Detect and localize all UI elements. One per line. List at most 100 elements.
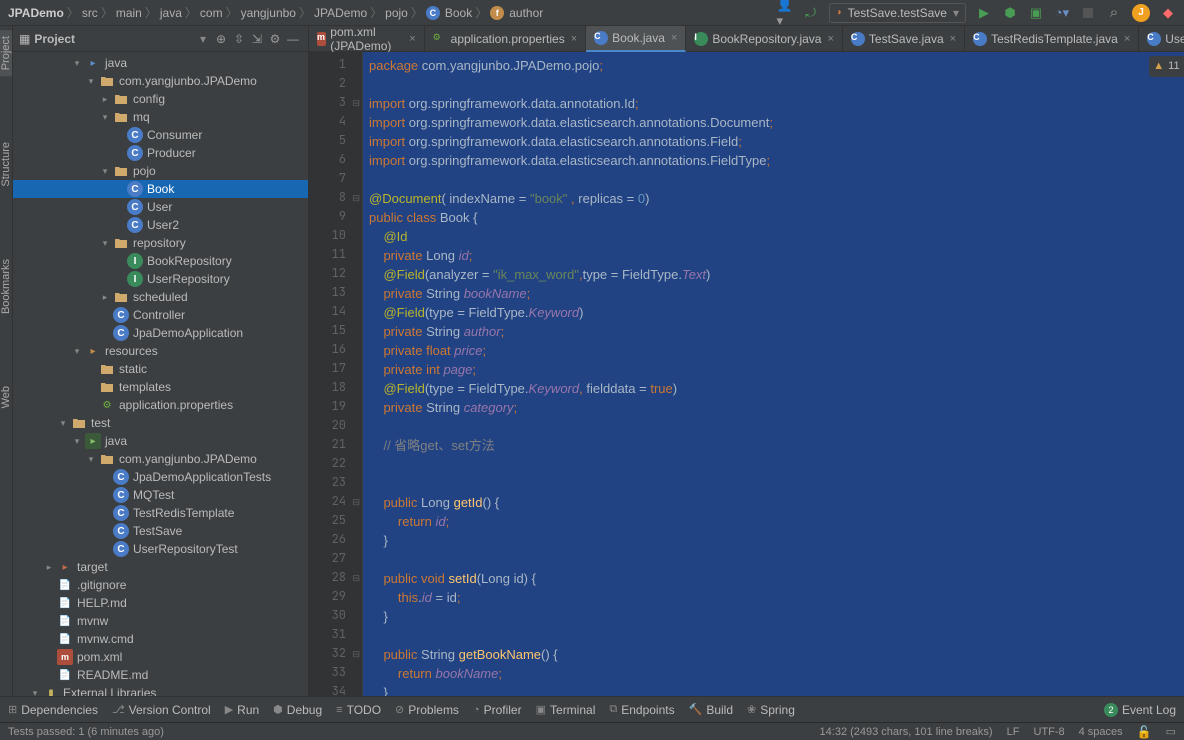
code-line[interactable]: import org.springframework.data.annotati… xyxy=(369,94,1184,113)
tree-node-mvnw-cmd[interactable]: 📄mvnw.cmd xyxy=(13,630,308,648)
code-line[interactable]: @Id xyxy=(369,227,1184,246)
tree-node-jpademoapplication[interactable]: CJpaDemoApplication xyxy=(13,324,308,342)
tree-node-testsave[interactable]: CTestSave xyxy=(13,522,308,540)
readonly-icon[interactable]: 🔓 xyxy=(1137,725,1152,739)
code-line[interactable]: public class Book { xyxy=(369,208,1184,227)
line-number[interactable]: 9 xyxy=(309,208,362,227)
tool-run[interactable]: ▶Run xyxy=(225,703,259,717)
editor-tab-pom-xml-jpademo-[interactable]: mpom.xml (JPADemo)× xyxy=(309,26,425,52)
expand-arrow-icon[interactable]: ▾ xyxy=(97,112,113,123)
tree-node-java[interactable]: ▾▸java xyxy=(13,54,308,72)
line-number[interactable]: 2 xyxy=(309,75,362,94)
tree-node-help-md[interactable]: 📄HELP.md xyxy=(13,594,308,612)
expand-arrow-icon[interactable]: ▸ xyxy=(41,562,57,573)
code-line[interactable]: import org.springframework.data.elastics… xyxy=(369,151,1184,170)
expand-arrow-icon[interactable]: ▸ xyxy=(97,292,113,303)
tree-node-scheduled[interactable]: ▸scheduled xyxy=(13,288,308,306)
line-number[interactable]: 25 xyxy=(309,512,362,531)
tab-structure[interactable]: Structure xyxy=(0,136,12,193)
code-line[interactable]: private Long id; xyxy=(369,246,1184,265)
profile-icon[interactable]: ◔▾ xyxy=(1054,5,1070,21)
line-number[interactable]: 10 xyxy=(309,227,362,246)
expand-arrow-icon[interactable]: ▸ xyxy=(97,94,113,105)
tree-node-user[interactable]: CUser xyxy=(13,198,308,216)
line-number[interactable]: 7 xyxy=(309,170,362,189)
breadcrumb-segment[interactable]: JPADemo xyxy=(314,6,367,20)
code-line[interactable]: private String category; xyxy=(369,398,1184,417)
code-line[interactable]: package com.yangjunbo.JPADemo.pojo; xyxy=(369,56,1184,75)
expand-arrow-icon[interactable]: ▾ xyxy=(69,346,85,357)
tree-node-mq[interactable]: ▾mq xyxy=(13,108,308,126)
editor-tab-testsave-java[interactable]: CTestSave.java× xyxy=(843,26,965,52)
tool-build[interactable]: 🔨Build xyxy=(689,703,733,717)
tree-node-book[interactable]: CBook xyxy=(13,180,308,198)
code-line[interactable]: public Long getId() { xyxy=(369,493,1184,512)
indent[interactable]: 4 spaces xyxy=(1079,726,1123,738)
code-line[interactable]: import org.springframework.data.elastics… xyxy=(369,132,1184,151)
expand-arrow-icon[interactable]: ▾ xyxy=(69,58,85,69)
breadcrumb-segment[interactable]: java xyxy=(160,6,182,20)
line-number[interactable]: 31 xyxy=(309,626,362,645)
line-number[interactable]: 13 xyxy=(309,284,362,303)
breadcrumb-segment[interactable]: Book xyxy=(445,6,472,20)
expand-icon[interactable]: ⇳ xyxy=(230,30,248,48)
code-line[interactable] xyxy=(369,550,1184,569)
close-tab-icon[interactable]: × xyxy=(671,32,677,44)
tree-node-pom-xml[interactable]: mpom.xml xyxy=(13,648,308,666)
editor-tab-user[interactable]: CUser× xyxy=(1139,26,1184,52)
line-number[interactable]: 8 xyxy=(309,189,362,208)
code-line[interactable] xyxy=(369,455,1184,474)
expand-arrow-icon[interactable]: ▾ xyxy=(69,436,85,447)
tree-node-consumer[interactable]: CConsumer xyxy=(13,126,308,144)
tree-node-config[interactable]: ▸config xyxy=(13,90,308,108)
tree-node-application-properties[interactable]: ⚙application.properties xyxy=(13,396,308,414)
collapse-icon[interactable]: ⇲ xyxy=(248,30,266,48)
event-log-button[interactable]: 2 Event Log xyxy=(1104,703,1176,717)
gear-icon[interactable]: ⚙ xyxy=(266,30,284,48)
locate-icon[interactable]: ⊕ xyxy=(212,30,230,48)
tool-dependencies[interactable]: ⊞Dependencies xyxy=(8,703,98,717)
expand-arrow-icon[interactable]: ▾ xyxy=(83,76,99,87)
project-dropdown-icon[interactable]: ▾ xyxy=(200,32,206,46)
editor-tab-book-java[interactable]: CBook.java× xyxy=(586,26,686,52)
line-number[interactable]: 21 xyxy=(309,436,362,455)
tree-node-java[interactable]: ▾▸java xyxy=(13,432,308,450)
line-number[interactable]: 27 xyxy=(309,550,362,569)
tree-node--gitignore[interactable]: 📄.gitignore xyxy=(13,576,308,594)
code-line[interactable]: @Field(analyzer = "ik_max_word",type = F… xyxy=(369,265,1184,284)
line-number[interactable]: 6 xyxy=(309,151,362,170)
caret-position[interactable]: 14:32 (2493 chars, 101 line breaks) xyxy=(820,726,993,738)
line-number[interactable]: 29 xyxy=(309,588,362,607)
code-line[interactable]: this.id = id; xyxy=(369,588,1184,607)
tab-project[interactable]: Project xyxy=(0,30,12,76)
tool-endpoints[interactable]: ⧉Endpoints xyxy=(609,703,674,717)
code-line[interactable]: @Document( indexName = "book" , replicas… xyxy=(369,189,1184,208)
code-line[interactable]: return id; xyxy=(369,512,1184,531)
tree-node-controller[interactable]: CController xyxy=(13,306,308,324)
code-line[interactable]: @Field(type = FieldType.Keyword, fieldda… xyxy=(369,379,1184,398)
tree-node-resources[interactable]: ▾▸resources xyxy=(13,342,308,360)
line-number[interactable]: 5 xyxy=(309,132,362,151)
tree-node-userrepositorytest[interactable]: CUserRepositoryTest xyxy=(13,540,308,558)
tree-node-bookrepository[interactable]: IBookRepository xyxy=(13,252,308,270)
code-line[interactable]: } xyxy=(369,531,1184,550)
tool-problems[interactable]: ⊘Problems xyxy=(395,703,459,717)
tree-node-userrepository[interactable]: IUserRepository xyxy=(13,270,308,288)
tree-node-com-yangjunbo-jpademo[interactable]: ▾com.yangjunbo.JPADemo xyxy=(13,450,308,468)
line-number[interactable]: 28 xyxy=(309,569,362,588)
debug-icon[interactable]: ⬢ xyxy=(1002,5,1018,21)
user-icon[interactable]: 👤▾ xyxy=(777,5,793,21)
close-tab-icon[interactable]: × xyxy=(1124,33,1130,45)
line-number[interactable]: 23 xyxy=(309,474,362,493)
tree-node-mvnw[interactable]: 📄mvnw xyxy=(13,612,308,630)
expand-arrow-icon[interactable]: ▾ xyxy=(83,454,99,465)
code-line[interactable]: // 省略get、set方法 xyxy=(369,436,1184,455)
breadcrumb-segment[interactable]: pojo xyxy=(385,6,408,20)
breadcrumb-segment[interactable]: main xyxy=(116,6,142,20)
line-number[interactable]: 18 xyxy=(309,379,362,398)
line-number[interactable]: 11 xyxy=(309,246,362,265)
hide-icon[interactable]: — xyxy=(284,30,302,48)
line-number[interactable]: 4 xyxy=(309,113,362,132)
code-line[interactable]: public void setId(Long id) { xyxy=(369,569,1184,588)
tool-profiler[interactable]: ◔Profiler xyxy=(473,703,522,717)
